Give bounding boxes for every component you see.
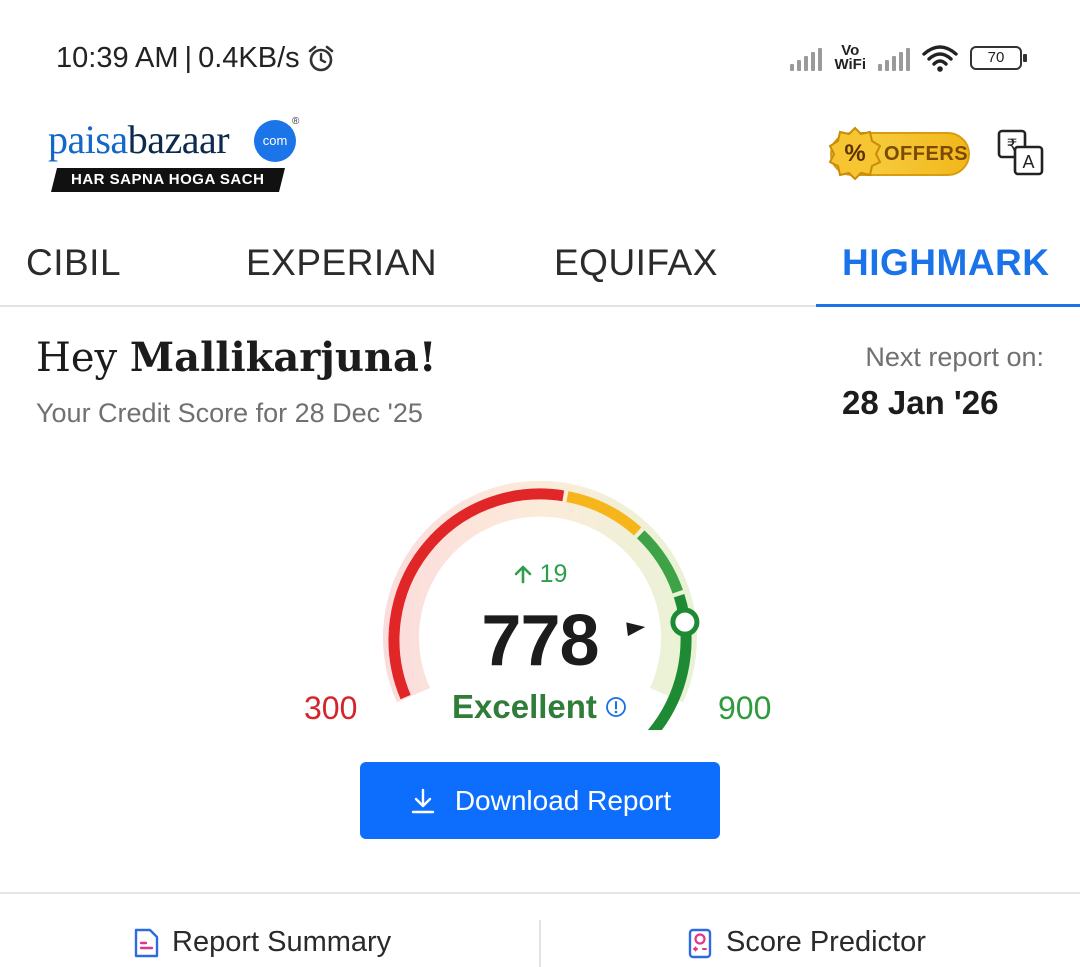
score-change-value: 19 (539, 560, 568, 588)
user-name: Mallikarjuna! (129, 334, 437, 381)
tab-experian[interactable]: EXPERIAN (246, 242, 437, 284)
vowifi-bottom: WiFi (834, 56, 866, 73)
bottom-separator (539, 920, 541, 967)
svg-text:%: % (844, 140, 865, 167)
credit-score-value: 778 (481, 601, 599, 681)
logo-registered-mark: ® (292, 116, 300, 127)
signal-icon-2 (878, 45, 910, 71)
bottom-divider (0, 892, 1080, 894)
status-bar: 10:39 AM | 0.4KB/s Vo WiFi 70 (0, 0, 1080, 110)
score-range-max: 900 (718, 690, 772, 726)
score-rating[interactable]: Excellent (452, 688, 627, 726)
tab-highmark[interactable]: HIGHMARK (842, 242, 1049, 284)
logo-wordmark: paisabazaar (48, 117, 230, 162)
download-report-button[interactable]: Download Report (360, 762, 720, 839)
discount-badge-icon: % (828, 126, 882, 180)
next-report-date: 28 Jan '26 (842, 384, 999, 421)
score-date-subtitle: Your Credit Score for 28 Dec '25 (36, 398, 423, 428)
offers-button[interactable]: % OFFERS (828, 126, 970, 180)
download-report-label: Download Report (454, 784, 672, 816)
info-icon[interactable] (605, 696, 627, 718)
active-tab-indicator (816, 304, 1080, 307)
score-range-min: 300 (304, 690, 358, 726)
battery-icon: 70 (970, 46, 1027, 70)
score-change: 19 (0, 560, 1080, 589)
alarm-icon (308, 45, 333, 71)
greeting-title: Hey Mallikarjuna! (36, 334, 437, 381)
status-left: 10:39 AM | 0.4KB/s (56, 42, 336, 75)
download-icon (411, 788, 435, 813)
status-speed: 0.4KB/s (198, 42, 300, 74)
translate-icon[interactable]: ₹ A (996, 128, 1046, 178)
logo-com-badge: com (254, 120, 296, 162)
svg-text:A: A (1022, 152, 1034, 172)
next-report-label: Next report on: (865, 342, 1044, 372)
score-predictor-link[interactable]: Score Predictor (686, 926, 926, 959)
paisabazaar-logo[interactable]: paisabazaar com ® HAR SAPNA HOGA SACH (48, 116, 308, 196)
tab-cibil[interactable]: CIBIL (26, 242, 121, 284)
report-summary-link[interactable]: Report Summary (132, 926, 391, 959)
score-predictor-icon (688, 928, 712, 958)
status-time: 10:39 AM (56, 42, 179, 74)
status-right: Vo WiFi 70 (790, 43, 1027, 73)
bureau-tabs: CIBIL EXPERIAN EQUIFAX HIGHMARK (0, 210, 1080, 307)
tab-equifax[interactable]: EQUIFAX (554, 242, 718, 284)
score-predictor-label: Score Predictor (726, 926, 926, 958)
report-summary-icon (134, 928, 159, 957)
arrow-up-icon (514, 565, 531, 584)
signal-icon (790, 45, 823, 71)
offers-label: OFFERS (884, 142, 969, 165)
score-rating-label: Excellent (452, 688, 597, 725)
report-summary-label: Report Summary (172, 926, 392, 958)
logo-tagline: HAR SAPNA HOGA SACH (51, 168, 285, 192)
wifi-icon (922, 45, 958, 72)
vowifi-icon: Vo WiFi (834, 43, 866, 73)
app-header: paisabazaar com ® HAR SAPNA HOGA SACH % … (0, 110, 1080, 210)
status-separator: | (184, 42, 193, 74)
